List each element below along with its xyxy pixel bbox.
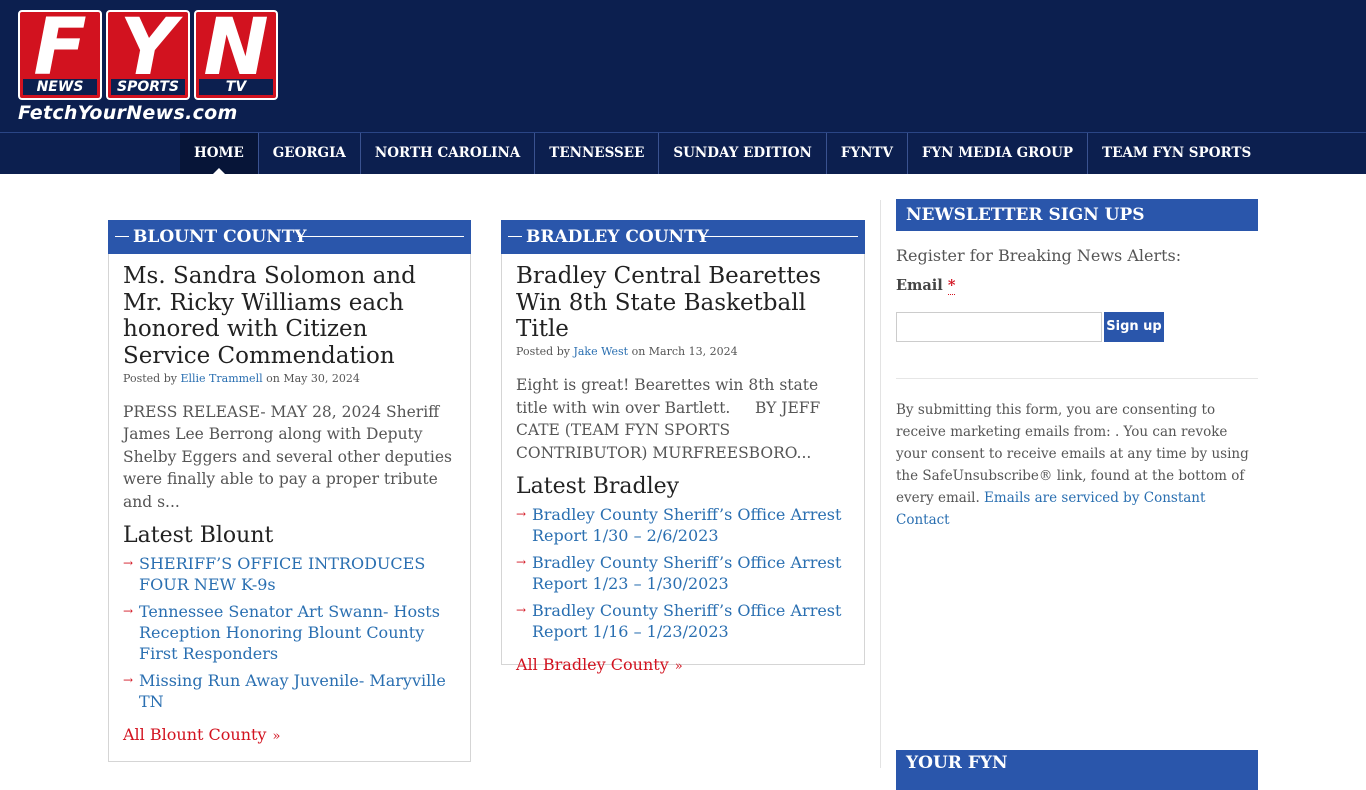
latest-links: → Bradley County Sheriff’s Office Arrest … [516, 504, 850, 642]
email-input[interactable] [896, 312, 1102, 342]
blount-county-heading-bar: BLOUNT COUNTY [108, 220, 471, 254]
double-chevron-right-icon: » [272, 729, 281, 745]
consent-text: By submitting this form, you are consent… [896, 399, 1258, 531]
site-logo[interactable]: F NEWS Y SPORTS N TV FetchYourNews.com [18, 6, 278, 124]
arrow-right-icon: → [516, 507, 527, 522]
all-blount-county-link[interactable]: All Blount County » [123, 724, 456, 748]
article-date: on March 13, 2024 [631, 345, 738, 359]
bradley-county-heading-bar: BRADLEY COUNTY [501, 220, 865, 254]
arrow-right-icon: → [123, 673, 134, 688]
heading-rule [298, 236, 464, 237]
nav-menu: HOME GEORGIA NORTH CAROLINA TENNESSEE SU… [180, 133, 1265, 175]
newsletter-heading: NEWSLETTER SIGN UPS [896, 199, 1258, 231]
arrow-right-icon: → [516, 555, 527, 570]
site-header: F NEWS Y SPORTS N TV FetchYourNews.com [0, 0, 1366, 132]
required-marker: * [947, 277, 956, 295]
article-byline: Posted by Ellie Trammell on May 30, 2024 [123, 371, 456, 387]
heading-rule [508, 236, 522, 237]
latest-link-text: Bradley County Sheriff’s Office Arrest R… [532, 601, 842, 642]
latest-link-text: Tennessee Senator Art Swann- Hosts Recep… [139, 602, 440, 664]
nav-item-fyn-media-group[interactable]: FYN MEDIA GROUP [908, 133, 1089, 174]
all-link-text: All Blount County [123, 725, 267, 745]
sign-up-button[interactable]: Sign up [1104, 312, 1164, 342]
double-chevron-right-icon: » [674, 659, 683, 675]
latest-link[interactable]: → Tennessee Senator Art Swann- Hosts Rece… [123, 601, 456, 664]
nav-item-fyntv[interactable]: FYNTV [827, 133, 908, 174]
nav-item-team-fyn-sports[interactable]: TEAM FYN SPORTS [1088, 133, 1265, 174]
logo-box-n: N TV [194, 6, 278, 100]
arrow-right-icon: → [516, 603, 527, 618]
bradley-county-body: Bradley Central Bearettes Win 8th State … [516, 263, 850, 678]
nav-item-home[interactable]: HOME [180, 133, 259, 175]
newsletter-intro: Register for Breaking News Alerts: [896, 246, 1182, 265]
blount-county-heading[interactable]: BLOUNT COUNTY [133, 220, 307, 254]
article-title[interactable]: Ms. Sandra Solomon and Mr. Ricky William… [123, 263, 456, 370]
latest-link[interactable]: → Bradley County Sheriff’s Office Arrest … [516, 600, 850, 642]
latest-link-text: Missing Run Away Juvenile- Maryville TN [139, 671, 446, 712]
logo-site-name: FetchYourNews.com [18, 102, 238, 124]
logo-sub-label: NEWS [23, 79, 97, 95]
latest-link-text: Bradley County Sheriff’s Office Arrest R… [532, 505, 842, 546]
email-label: Email * [896, 276, 1258, 296]
blount-county-body: Ms. Sandra Solomon and Mr. Ricky William… [123, 263, 456, 748]
latest-heading: Latest Blount [123, 523, 274, 549]
logo-sub-label: TV [199, 79, 273, 95]
heading-rule [115, 236, 129, 237]
logo-letter: Y [119, 3, 177, 93]
logo-box-f: F NEWS [18, 6, 102, 100]
latest-link-text: SHERIFF’S OFFICE INTRODUCES FOUR NEW K-9… [139, 554, 426, 595]
all-bradley-county-link[interactable]: All Bradley County » [516, 654, 850, 678]
arrow-right-icon: → [123, 604, 134, 619]
main-navigation: HOME GEORGIA NORTH CAROLINA TENNESSEE SU… [0, 132, 1366, 175]
nav-item-tennessee[interactable]: TENNESSEE [535, 133, 660, 174]
blount-county-widget: BLOUNT COUNTY Ms. Sandra Solomon and Mr.… [108, 220, 471, 762]
logo-box-y: Y SPORTS [106, 6, 190, 100]
latest-link[interactable]: → Bradley County Sheriff’s Office Arrest … [516, 504, 850, 546]
logo-letter: F [33, 3, 87, 93]
latest-link[interactable]: → Bradley County Sheriff’s Office Arrest … [516, 552, 850, 594]
bradley-county-widget: BRADLEY COUNTY Bradley Central Bearettes… [501, 220, 865, 674]
article-excerpt: Eight is great! Bearettes win 8th state … [516, 376, 826, 462]
nav-item-georgia[interactable]: GEORGIA [259, 133, 361, 174]
author-link[interactable]: Jake West [573, 345, 628, 358]
form-divider [896, 378, 1258, 379]
author-link[interactable]: Ellie Trammell [180, 372, 262, 385]
latest-link-text: Bradley County Sheriff’s Office Arrest R… [532, 553, 842, 594]
article-byline: Posted by Jake West on March 13, 2024 [516, 344, 850, 360]
logo-letter: N [203, 3, 269, 93]
latest-link[interactable]: → Missing Run Away Juvenile- Maryville TN [123, 670, 456, 712]
bradley-county-heading[interactable]: BRADLEY COUNTY [526, 220, 709, 254]
nav-item-sunday-edition[interactable]: SUNDAY EDITION [659, 133, 827, 174]
latest-link[interactable]: → SHERIFF’S OFFICE INTRODUCES FOUR NEW K-… [123, 553, 456, 595]
article-title[interactable]: Bradley Central Bearettes Win 8th State … [516, 263, 850, 343]
arrow-right-icon: → [123, 556, 134, 571]
logo-sub-label: SPORTS [111, 79, 185, 95]
nav-item-north-carolina[interactable]: NORTH CAROLINA [361, 133, 536, 174]
heading-rule [701, 236, 858, 237]
article-date: on May 30, 2024 [266, 371, 360, 385]
your-fyn-heading: YOUR FYN [896, 750, 1258, 790]
byline-prefix: Posted by [123, 371, 177, 385]
article-excerpt: PRESS RELEASE- MAY 28, 2024 Sheriff Jame… [123, 402, 452, 511]
latest-heading: Latest Bradley [516, 474, 680, 500]
sidebar-divider [880, 200, 881, 768]
all-link-text: All Bradley County [516, 655, 669, 675]
byline-prefix: Posted by [516, 345, 570, 359]
latest-links: → SHERIFF’S OFFICE INTRODUCES FOUR NEW K-… [123, 553, 456, 712]
email-label-text: Email [896, 277, 943, 294]
